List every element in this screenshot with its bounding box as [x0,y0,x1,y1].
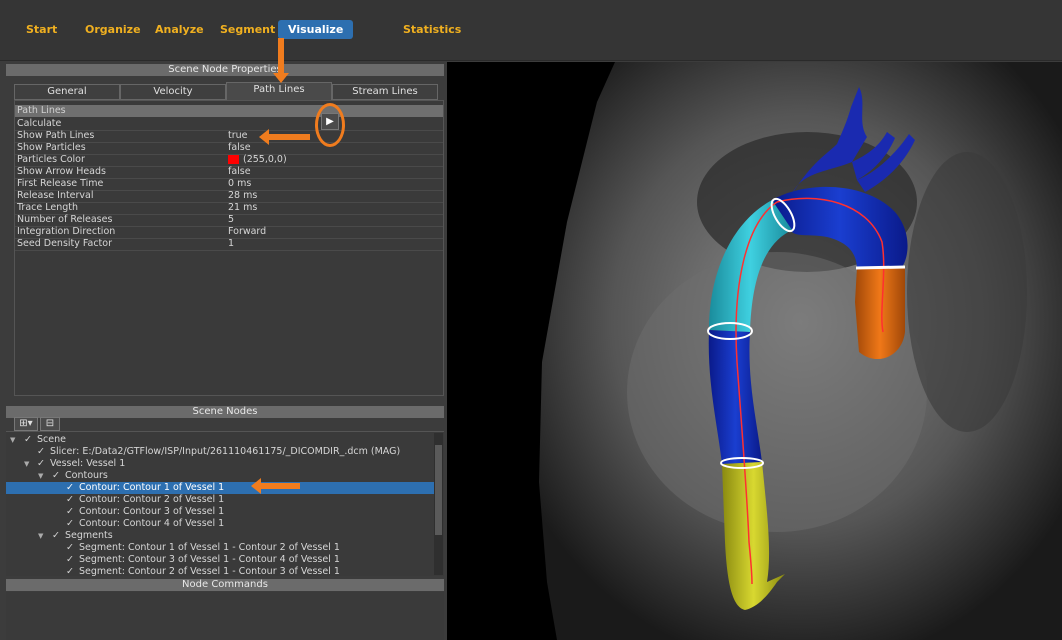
property-tabs: General Velocity Path Lines Stream Lines [14,82,438,100]
tree-row-segments[interactable]: ▼ ✓ Segments [6,530,434,542]
prop-value[interactable]: false [228,166,251,178]
tree-label: Contour: Contour 4 of Vessel 1 [79,518,225,529]
chevron-down-icon[interactable]: ▼ [38,470,43,482]
annotation-arrow-contour-1 [251,478,300,494]
group-header-path-lines: Path Lines [15,105,443,117]
tree-label: Contours [65,470,108,481]
color-swatch[interactable] [228,155,239,164]
prop-value[interactable]: Forward [228,226,266,238]
scene-node-properties-title: Scene Node Properties [6,64,444,76]
prop-value[interactable]: false [228,142,251,154]
tab-path-lines[interactable]: Path Lines [226,82,332,100]
top-nav-bar: Start Organize Analyze Segment Visualize… [0,0,1062,61]
nav-visualize[interactable]: Visualize [278,20,354,39]
nav-organize[interactable]: Organize [75,20,151,39]
prop-key: Integration Direction [17,226,116,237]
tree-row-segment-1[interactable]: ✓ Segment: Contour 1 of Vessel 1 - Conto… [6,542,434,554]
tree-label: Vessel: Vessel 1 [50,458,126,469]
prop-value[interactable]: true [228,130,248,142]
check-icon[interactable]: ✓ [66,554,74,566]
prop-value[interactable]: 28 ms [228,190,257,202]
collapse-button[interactable]: ⊟ [40,417,60,431]
check-icon[interactable]: ✓ [66,518,74,530]
chevron-down-icon[interactable]: ▼ [38,530,43,542]
prop-value[interactable]: 21 ms [228,202,257,214]
prop-key: Show Path Lines [17,130,95,141]
tree-label: Contour: Contour 2 of Vessel 1 [79,494,225,505]
tree-scrollbar[interactable] [434,433,443,575]
chevron-down-icon[interactable]: ▼ [24,458,29,470]
color-value: (255,0,0) [243,154,287,165]
tree-row-contour-2[interactable]: ✓ Contour: Contour 2 of Vessel 1 [6,494,434,506]
tree-label: Segments [65,530,113,541]
left-panel: Scene Node Properties General Velocity P… [6,38,444,640]
3d-viewport[interactable] [447,62,1062,640]
tree-row-contour-1[interactable]: ✓ Contour: Contour 1 of Vessel 1 [6,482,434,494]
tree-label: Contour: Contour 3 of Vessel 1 [79,506,225,517]
nav-statistics[interactable]: Statistics [393,20,471,39]
tree-row-segment-2[interactable]: ✓ Segment: Contour 3 of Vessel 1 - Conto… [6,554,434,566]
nav-start[interactable]: Start [16,20,67,39]
plus-box-icon: ⊞▾ [19,418,33,429]
tree-label: Slicer: E:/Data2/GTFlow/ISP/Input/261110… [50,446,401,457]
annotation-arrow-path-lines-tab [273,38,289,83]
tree-row-slicer[interactable]: ✓ Slicer: E:/Data2/GTFlow/ISP/Input/2611… [6,446,434,458]
tree-label: Segment: Contour 1 of Vessel 1 - Contour… [79,542,340,553]
tree-row-segment-3[interactable]: ✓ Segment: Contour 2 of Vessel 1 - Conto… [6,566,434,576]
tab-general[interactable]: General [14,84,120,100]
chevron-down-icon[interactable]: ▼ [10,434,15,446]
tree-label: Segment: Contour 2 of Vessel 1 - Contour… [79,566,340,576]
tab-velocity[interactable]: Velocity [120,84,226,100]
check-icon[interactable]: ✓ [37,446,45,458]
annotation-arrow-show-path-lines [259,129,310,145]
prop-key: Calculate [17,118,62,129]
tree-row-vessel[interactable]: ▼ ✓ Vessel: Vessel 1 [6,458,434,470]
prop-value[interactable]: 1 [228,238,234,250]
scene-nodes-title: Scene Nodes [6,406,444,418]
prop-key: Release Interval [17,190,94,201]
node-commands-title: Node Commands [6,579,444,591]
prop-key: Seed Density Factor [17,238,112,249]
check-icon[interactable]: ✓ [66,542,74,554]
scrollbar-thumb[interactable] [435,445,442,535]
tree-label: Scene [37,434,66,445]
check-icon[interactable]: ✓ [66,494,74,506]
prop-key: Particles Color [17,154,85,165]
expand-add-button[interactable]: ⊞▾ [14,417,38,431]
prop-key: Show Arrow Heads [17,166,106,177]
prop-value[interactable]: 5 [228,214,234,226]
nav-analyze[interactable]: Analyze [145,20,214,39]
tab-stream-lines[interactable]: Stream Lines [332,84,438,100]
prop-key: First Release Time [17,178,104,189]
tree-label: Segment: Contour 3 of Vessel 1 - Contour… [79,554,340,565]
tree-label: Contour: Contour 1 of Vessel 1 [79,482,225,493]
nav-segment[interactable]: Segment [210,20,285,39]
check-icon[interactable]: ✓ [24,434,32,446]
prop-key: Trace Length [17,202,78,213]
node-commands-panel [6,592,444,640]
scene-nodes-tree: ▼ ✓ Scene ✓ Slicer: E:/Data2/GTFlow/ISP/… [6,431,444,576]
tree-row-scene[interactable]: ▼ ✓ Scene [6,434,434,446]
check-icon[interactable]: ✓ [52,530,60,542]
check-icon[interactable]: ✓ [66,506,74,518]
prop-value[interactable]: (255,0,0) [228,154,287,166]
highlight-circle-annotation [315,103,345,147]
prop-key: Number of Releases [17,214,113,225]
properties-grid: Path Lines Calculate Show Path Lines tru… [14,100,444,396]
prop-value[interactable]: 0 ms [228,178,251,190]
prop-key: Show Particles [17,142,86,153]
check-icon[interactable]: ✓ [66,566,74,576]
vessel-render [539,62,1062,640]
check-icon[interactable]: ✓ [37,458,45,470]
tree-row-contours[interactable]: ▼ ✓ Contours [6,470,434,482]
prop-row-seed-density-factor[interactable]: Seed Density Factor 1 [15,238,443,251]
minus-box-icon: ⊟ [45,418,55,429]
check-icon[interactable]: ✓ [66,482,74,494]
tree-row-contour-4[interactable]: ✓ Contour: Contour 4 of Vessel 1 [6,518,434,530]
tree-row-contour-3[interactable]: ✓ Contour: Contour 3 of Vessel 1 [6,506,434,518]
check-icon[interactable]: ✓ [52,470,60,482]
